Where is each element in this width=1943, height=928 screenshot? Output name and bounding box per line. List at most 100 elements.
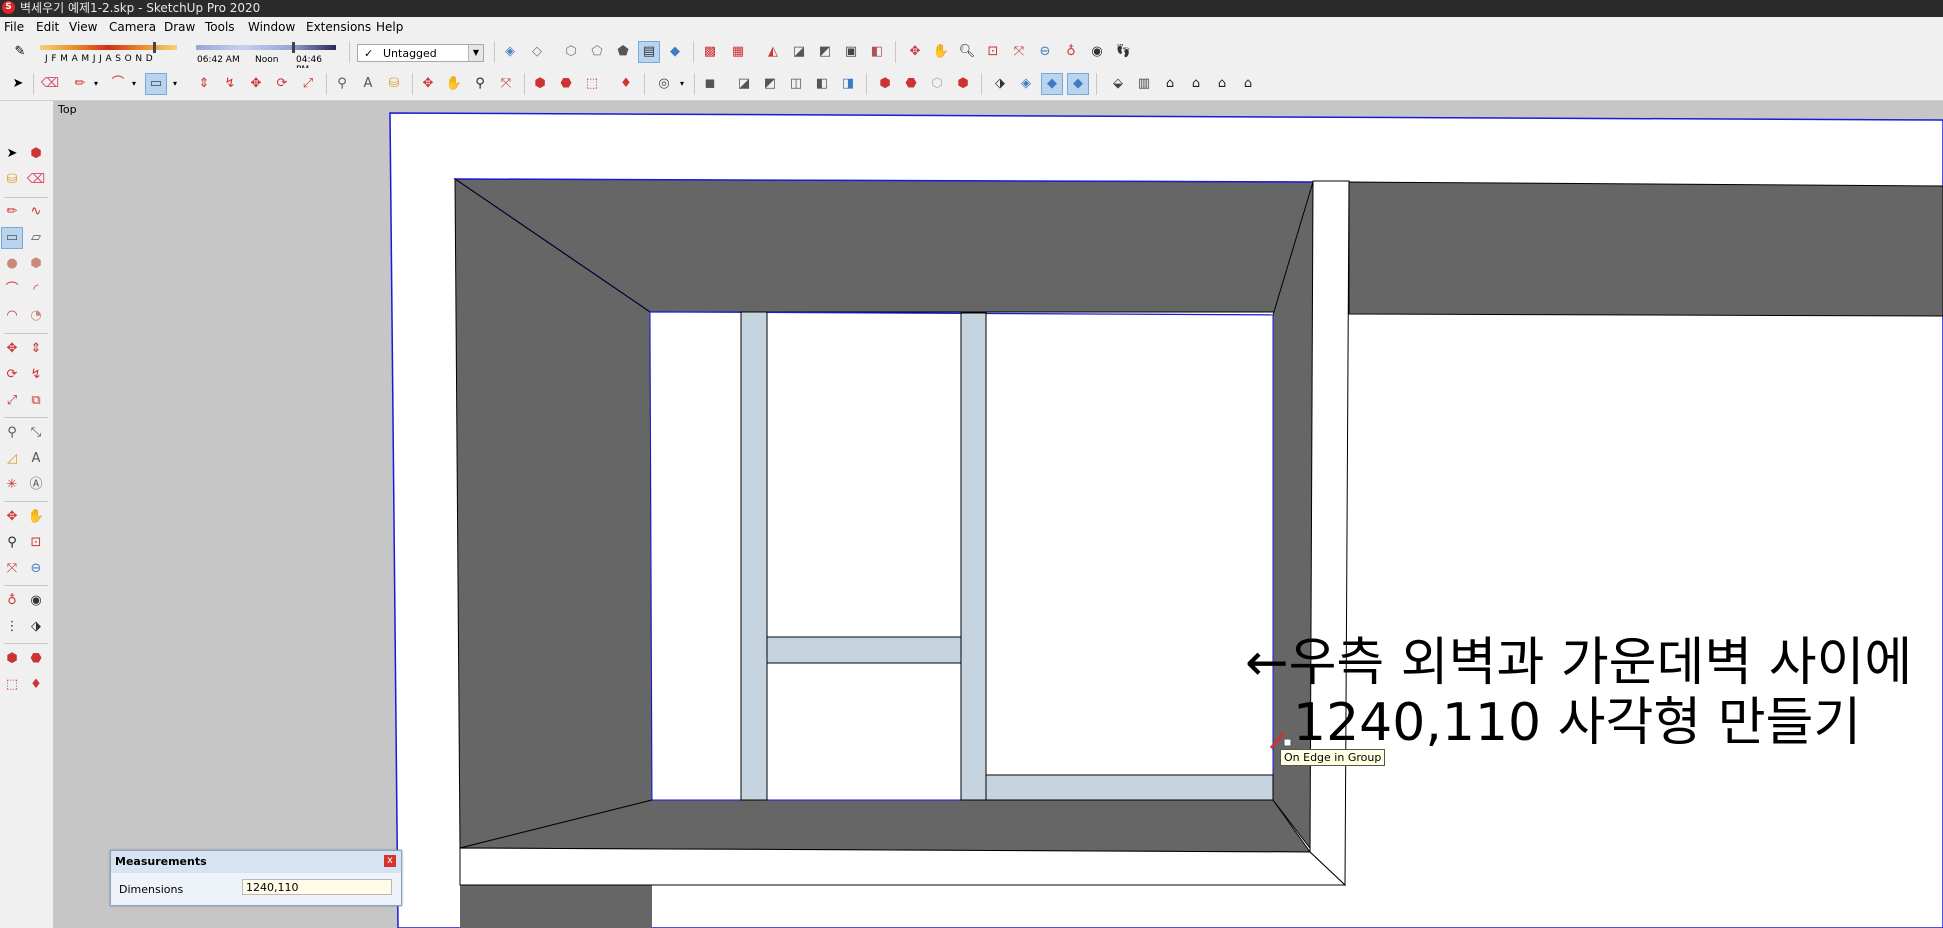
orbit-icon[interactable]: ✥	[2, 507, 22, 527]
iso-view-icon[interactable]: ⬙	[1108, 74, 1128, 94]
solid-outer-shell-icon[interactable]: ◼	[700, 74, 720, 94]
chevron-down-icon[interactable]: ▾	[165, 74, 185, 94]
two-point-arc-icon[interactable]: ◜	[26, 280, 46, 300]
text-label-icon[interactable]: A	[26, 449, 46, 469]
offset-icon[interactable]: ⧉	[26, 391, 46, 411]
drawing-viewport[interactable]	[54, 101, 1943, 928]
menu-view[interactable]: View	[69, 20, 97, 34]
right-white-column[interactable]	[1309, 180, 1350, 887]
model-canvas[interactable]	[54, 101, 1943, 928]
position-camera-icon[interactable]: ♁	[2, 591, 22, 611]
add-detail-icon[interactable]: ▣	[841, 42, 861, 62]
display-section-cuts-icon[interactable]: ◆	[1041, 73, 1063, 95]
solid-subtract-icon[interactable]: ◫	[786, 74, 806, 94]
flip-edge-icon[interactable]: ◧	[867, 42, 887, 62]
back-edges-style-icon[interactable]: ◇	[527, 42, 547, 62]
sandbox-from-scratch-icon[interactable]: ▦	[728, 42, 748, 62]
look-around-icon[interactable]: ◉	[1087, 42, 1107, 62]
scale-icon[interactable]: ⤢	[298, 74, 318, 94]
make-component-icon[interactable]: ⬢	[26, 144, 46, 164]
paint-bucket-icon[interactable]: ⛁	[384, 74, 404, 94]
menu-file[interactable]: File	[4, 20, 24, 34]
protractor-icon[interactable]: ◿	[2, 449, 22, 469]
push-pull-icon[interactable]: ⇕	[194, 74, 214, 94]
menu-edit[interactable]: Edit	[36, 20, 59, 34]
menu-tools[interactable]: Tools	[205, 20, 235, 34]
solid-union-icon[interactable]: ◩	[760, 74, 780, 94]
previous-view-icon[interactable]: ⊖	[1035, 42, 1055, 62]
section-plane-icon[interactable]: ⬗	[26, 617, 46, 637]
menu-extensions[interactable]: Extensions	[306, 20, 371, 34]
zoom-window-icon[interactable]: ⊡	[983, 42, 1003, 62]
chevron-down-icon[interactable]: ▾	[86, 74, 106, 94]
share-model-icon[interactable]: ⬚	[2, 675, 22, 695]
drape-icon[interactable]: ◩	[815, 42, 835, 62]
extension-warehouse-icon[interactable]: ⬣	[556, 74, 576, 94]
pie-tool-icon[interactable]: ◔	[26, 306, 46, 326]
chevron-down-icon[interactable]: ▾	[124, 74, 144, 94]
ruby-icon[interactable]: ⬢	[953, 74, 973, 94]
previous-view-icon[interactable]: ⊖	[26, 559, 46, 579]
new-rectangle-preview[interactable]	[985, 774, 1274, 801]
shaded-with-textures-icon[interactable]: ▤	[638, 41, 660, 63]
measurements-input[interactable]: 1240,110	[242, 879, 392, 895]
front-view-icon[interactable]: ⌂	[1160, 74, 1180, 94]
dimension-icon[interactable]: ⤡	[26, 423, 46, 443]
rotate-icon[interactable]: ⟳	[2, 365, 22, 385]
section-plane-icon[interactable]: ⬗	[990, 74, 1010, 94]
inner-wall-left[interactable]	[740, 311, 768, 801]
move-icon[interactable]: ✥	[2, 339, 22, 359]
tape-measure-icon[interactable]: ⚲	[2, 423, 22, 443]
pan-icon[interactable]: ✋	[444, 74, 464, 94]
stamp-icon[interactable]: ◪	[789, 42, 809, 62]
3d-warehouse-icon[interactable]: ⬢	[530, 74, 550, 94]
tape-measure-icon[interactable]: ⚲	[332, 74, 352, 94]
shaded-style-icon[interactable]: ⬟	[613, 42, 633, 62]
left-wall-lower-face[interactable]	[460, 885, 652, 928]
eraser-tool-icon[interactable]: ⌫	[26, 170, 46, 190]
select-arrow-icon[interactable]: ➤	[2, 144, 22, 164]
component-share-icon[interactable]: ⬣	[901, 74, 921, 94]
menu-draw[interactable]: Draw	[164, 20, 195, 34]
solid-split-icon[interactable]: ◨	[838, 74, 858, 94]
axes-icon[interactable]: ✳	[2, 475, 22, 495]
zoom-window-icon[interactable]: ⊡	[26, 533, 46, 553]
walk-icon[interactable]: ⋮	[2, 617, 22, 637]
display-section-fill-icon[interactable]: ◆	[1067, 73, 1089, 95]
zoom-icon[interactable]: ⚲	[470, 74, 490, 94]
move-icon[interactable]: ✥	[246, 74, 266, 94]
rectangle-tool-icon[interactable]: ▭	[145, 73, 167, 95]
tag-dropdown[interactable]: ✓ Untagged ▼	[357, 44, 484, 62]
push-pull-icon[interactable]: ⇕	[26, 339, 46, 359]
shadow-time-slider[interactable]: 06:42 AM Noon 04:46 PM	[196, 41, 336, 75]
display-section-planes-icon[interactable]: ◈	[1016, 74, 1036, 94]
time-slider-handle[interactable]	[292, 42, 295, 53]
close-icon[interactable]: x	[384, 855, 396, 867]
select-arrow-icon[interactable]: ➤	[8, 74, 28, 94]
user-account-icon[interactable]: ◎	[654, 74, 674, 94]
zoom-icon[interactable]: 🔍︎	[957, 42, 977, 62]
sandbox-from-contours-icon[interactable]: ▩	[700, 42, 720, 62]
back-view-icon[interactable]: ⌂	[1212, 74, 1232, 94]
date-slider-handle[interactable]	[153, 42, 156, 53]
eraser-tool-icon[interactable]: ⌫	[40, 74, 60, 94]
eraser-icon[interactable]: ✎	[10, 42, 30, 62]
sketchup-app-icon[interactable]: S	[2, 1, 15, 14]
orbit-icon[interactable]: ✥	[418, 74, 438, 94]
ruby-extension-icon[interactable]: ♦	[616, 74, 636, 94]
chevron-down-icon[interactable]: ▾	[672, 74, 692, 94]
shadow-date-slider[interactable]: J F M A M J J A S O N D	[40, 41, 177, 65]
wireframe-style-icon[interactable]: ⬡	[561, 42, 581, 62]
menu-window[interactable]: Window	[248, 20, 295, 34]
three-point-arc-icon[interactable]: ◠	[2, 306, 22, 326]
look-around-icon[interactable]: ◉	[26, 591, 46, 611]
chevron-down-icon[interactable]: ▼	[468, 45, 483, 61]
follow-me-icon[interactable]: ↯	[26, 365, 46, 385]
warehouse-search-icon[interactable]: ⬢	[875, 74, 895, 94]
monochrome-style-icon[interactable]: ◆	[665, 42, 685, 62]
polygon-tool-icon[interactable]: ⬢	[26, 254, 46, 274]
menu-camera[interactable]: Camera	[109, 20, 156, 34]
inner-wall-horizontal[interactable]	[766, 636, 962, 664]
xray-style-icon[interactable]: ◈	[500, 42, 520, 62]
zoom-extents-icon[interactable]: ⤧	[496, 74, 516, 94]
